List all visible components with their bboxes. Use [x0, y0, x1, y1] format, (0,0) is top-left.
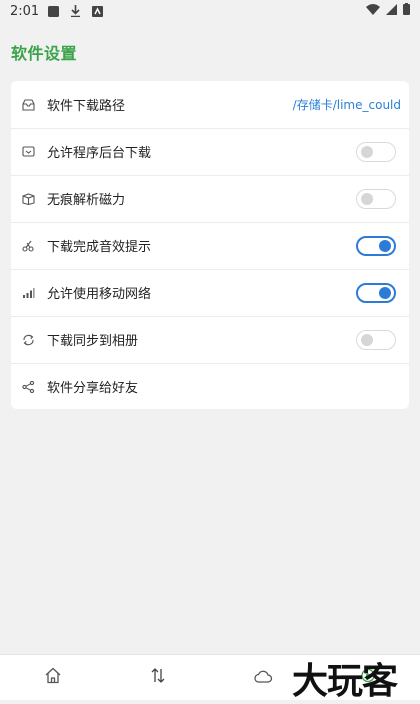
toggle-knob	[379, 286, 391, 299]
inbox-icon	[21, 98, 35, 112]
background-download-label: 允许程序后台下载	[47, 146, 152, 161]
sync-icon	[21, 333, 35, 347]
sort-icon	[149, 667, 167, 688]
divider	[11, 222, 409, 223]
mobile-network-toggle[interactable]	[356, 282, 396, 303]
app-notification-icon	[91, 5, 103, 17]
magnet-parse-row[interactable]: 无痕解析磁力	[11, 175, 409, 222]
tv-icon	[21, 145, 35, 159]
scissors-icon	[21, 239, 35, 253]
home-icon	[44, 667, 62, 688]
divider	[11, 175, 409, 176]
cloud-icon	[253, 668, 273, 687]
download-sound-row[interactable]: 下载完成音效提示	[11, 222, 409, 269]
nav-home[interactable]	[0, 655, 105, 701]
toggle-knob	[361, 192, 373, 205]
download-icon	[69, 5, 81, 17]
share-row[interactable]: 软件分享给好友	[11, 363, 409, 410]
toggle-knob	[379, 239, 391, 252]
download-sound-toggle[interactable]	[356, 235, 396, 256]
divider	[11, 128, 409, 129]
battery-icon	[403, 3, 410, 19]
sync-album-row[interactable]: 下载同步到相册	[11, 316, 409, 363]
page-title: 软件设置	[11, 44, 78, 63]
toggle-knob	[361, 145, 373, 158]
box-icon	[21, 192, 35, 206]
share-icon	[21, 380, 35, 394]
mobile-network-row[interactable]: 允许使用移动网络	[11, 269, 409, 316]
divider	[11, 269, 409, 270]
watermark-logo: 大玩客	[292, 660, 398, 702]
divider	[11, 316, 409, 317]
download-sound-label: 下载完成音效提示	[47, 240, 152, 255]
notification-square-icon	[47, 5, 59, 17]
download-path-value[interactable]: /存储卡/lime_could	[293, 96, 401, 113]
toggle-knob	[361, 333, 373, 346]
divider	[11, 363, 409, 364]
download-path-label: 软件下载路径	[47, 99, 126, 114]
status-bar: 2:01	[0, 0, 420, 22]
magnet-parse-label: 无痕解析磁力	[47, 193, 126, 208]
settings-card: 软件下载路径 /存储卡/lime_could 允许程序后台下载 无痕解析磁力 下…	[11, 81, 409, 409]
status-time: 2:01	[10, 3, 40, 19]
mobile-network-label: 允许使用移动网络	[47, 287, 152, 302]
signal-icon	[21, 286, 35, 300]
sync-album-label: 下载同步到相册	[47, 334, 139, 349]
share-label: 软件分享给好友	[47, 381, 139, 396]
magnet-parse-toggle[interactable]	[356, 188, 396, 209]
nav-transfer[interactable]	[105, 655, 210, 701]
background-download-row[interactable]: 允许程序后台下载	[11, 128, 409, 175]
sync-album-toggle[interactable]	[356, 329, 396, 350]
download-path-row[interactable]: 软件下载路径 /存储卡/lime_could	[11, 81, 409, 128]
background-download-toggle[interactable]	[356, 141, 396, 162]
wifi-icon	[366, 3, 380, 19]
cell-signal-icon	[386, 3, 397, 19]
